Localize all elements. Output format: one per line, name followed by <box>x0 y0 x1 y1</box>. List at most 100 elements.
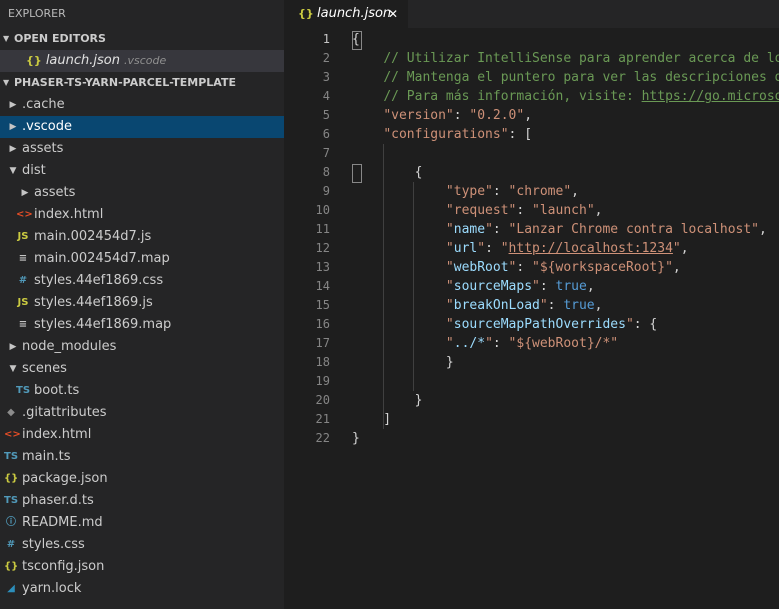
tree-item-label: main.002454d7.js <box>34 229 152 244</box>
project-header[interactable]: ▼ PHASER-TS-YARN-PARCEL-TEMPLATE <box>0 72 284 94</box>
open-editors-header[interactable]: ▼ OPEN EDITORS <box>0 28 284 50</box>
file-main-ts[interactable]: TS main.ts <box>0 446 284 468</box>
file-package-json[interactable]: {} package.json <box>0 468 284 490</box>
tree-item-label: styles.44ef1869.js <box>34 295 153 310</box>
folder-node-modules[interactable]: ▶ node_modules <box>0 336 284 358</box>
chevron-right-icon[interactable]: ▶ <box>8 94 18 116</box>
code-line: "version": "0.2.0", <box>352 106 779 125</box>
typescript-file-icon: TS <box>16 385 31 396</box>
chevron-right-icon[interactable]: ▶ <box>8 138 18 160</box>
readme-info-icon: ⓘ <box>6 517 16 528</box>
map-file-icon: ≡ <box>18 319 28 330</box>
code-token: " <box>445 298 454 313</box>
file-gitattributes[interactable]: ◆ .gitattributes <box>0 402 284 424</box>
tree-item-label: dist <box>22 163 46 178</box>
line-number: 19 <box>315 374 330 388</box>
code-token: " <box>625 317 634 332</box>
file-index-html[interactable]: <> index.html <box>0 204 284 226</box>
line-number: 21 <box>315 412 330 426</box>
folder-cache[interactable]: ▶ .cache <box>0 94 284 116</box>
line-number: 11 <box>315 222 330 236</box>
line-number: 12 <box>315 241 330 255</box>
file-readme-md[interactable]: ⓘ README.md <box>0 512 284 534</box>
tree-item-label: styles.css <box>22 537 85 552</box>
folder-assets[interactable]: ▶ assets <box>0 138 284 160</box>
code-line: "name": "Lanzar Chrome contra localhost"… <box>352 220 779 239</box>
line-number: 5 <box>322 108 330 122</box>
explorer-title: EXPLORER <box>8 7 66 20</box>
code-token: , <box>586 279 595 294</box>
code-line: } <box>352 353 779 372</box>
line-number: 8 <box>322 165 330 179</box>
file-index-html[interactable]: <> index.html <box>0 424 284 446</box>
json-file-icon: {} <box>26 54 42 67</box>
folder-scenes[interactable]: ▼ scenes <box>0 358 284 380</box>
line-number: 15 <box>315 298 330 312</box>
yarn-file-icon: ◢ <box>7 583 15 594</box>
file-styles-44ef1869-js[interactable]: JS styles.44ef1869.js <box>0 292 284 314</box>
code-token: "version" <box>383 108 454 123</box>
file-tsconfig-json[interactable]: {} tsconfig.json <box>0 556 284 578</box>
folder-vscode[interactable]: ▶ .vscode <box>0 116 284 138</box>
file-styles-44ef1869-map[interactable]: ≡ styles.44ef1869.map <box>0 314 284 336</box>
folder-assets[interactable]: ▶ assets <box>0 182 284 204</box>
code-token: { <box>352 32 360 47</box>
code-token: url <box>453 241 478 256</box>
chevron-right-icon[interactable]: ▶ <box>8 336 18 358</box>
code-line: } <box>352 391 779 410</box>
line-number: 13 <box>315 260 330 274</box>
code-token: : <box>453 108 470 123</box>
chevron-right-icon[interactable]: ▶ <box>8 116 18 138</box>
code-token: : <box>539 279 556 294</box>
chevron-right-icon[interactable]: ▶ <box>20 182 30 204</box>
chevron-down-icon[interactable]: ▼ <box>8 160 18 182</box>
code-line: "breakOnLoad": true, <box>352 296 779 315</box>
code-line: } <box>352 429 779 448</box>
file-main-002454d7-js[interactable]: JS main.002454d7.js <box>0 226 284 248</box>
code-line: "sourceMapPathOverrides": { <box>352 315 779 334</box>
file-styles-css[interactable]: # styles.css <box>0 534 284 556</box>
tree-item-label: .cache <box>22 97 65 112</box>
code-line: "type": "chrome", <box>352 182 779 201</box>
file-main-002454d7-map[interactable]: ≡ main.002454d7.map <box>0 248 284 270</box>
tree-item-label: README.md <box>22 515 103 530</box>
folder-dist[interactable]: ▼ dist <box>0 160 284 182</box>
code-token: "chrome" <box>508 184 572 199</box>
code-token: webRoot <box>453 260 509 275</box>
tree-item-label: package.json <box>22 471 108 486</box>
tree-item-label: styles.44ef1869.map <box>34 317 172 332</box>
close-icon[interactable]: ✕ <box>388 0 398 28</box>
tree-item-label: .gitattributes <box>22 405 107 420</box>
tab-launch-json[interactable]: {} launch.json ✕ <box>284 0 408 28</box>
file-boot-ts[interactable]: TS boot.ts <box>0 380 284 402</box>
line-number: 4 <box>322 89 330 103</box>
explorer-sidebar: EXPLORER ▼ OPEN EDITORS {} launch.json .vs… <box>0 0 284 609</box>
code-token: : <box>547 298 564 313</box>
code-token: " <box>445 279 454 294</box>
file-styles-44ef1869-css[interactable]: # styles.44ef1869.css <box>0 270 284 292</box>
code-token: " <box>672 241 681 256</box>
code-token: breakOnLoad <box>453 298 540 313</box>
file-phaser-d-ts[interactable]: TS phaser.d.ts <box>0 490 284 512</box>
code-token: "type" <box>445 184 493 199</box>
code-line: { <box>352 163 779 182</box>
code-text[interactable]: { // Utilizar IntelliSense para aprender… <box>352 30 779 609</box>
line-number: 2 <box>322 51 330 65</box>
code-line: "configurations": [ <box>352 125 779 144</box>
code-token: https://go.microsoft <box>641 89 779 104</box>
line-number: 9 <box>322 184 330 198</box>
editor-area: {} launch.json ✕ 1 2 3 4 5 6 7 8 9 10 11 12 13 14 15 16… <box>284 0 779 609</box>
chevron-down-icon[interactable]: ▼ <box>8 358 18 380</box>
tree-item-label: phaser.d.ts <box>22 493 94 508</box>
tab-bar: {} launch.json ✕ <box>284 0 779 28</box>
open-editor-item-launch-json[interactable]: {} launch.json .vscode <box>0 50 284 72</box>
line-number: 17 <box>315 336 330 350</box>
code-token: "request" <box>445 203 517 218</box>
code-token: // Para más información, visite: <box>383 89 642 104</box>
tree-item-label: main.ts <box>22 449 71 464</box>
tree-item-label: yarn.lock <box>22 581 82 596</box>
file-yarn-lock[interactable]: ◢ yarn.lock <box>0 578 284 600</box>
